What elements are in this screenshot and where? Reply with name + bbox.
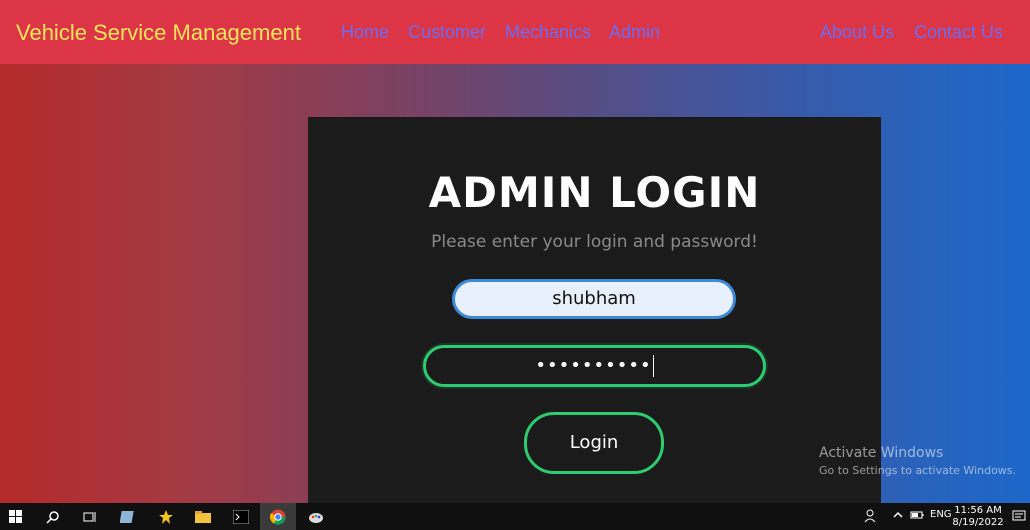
nav-link-home[interactable]: Home xyxy=(341,22,389,43)
search-icon[interactable] xyxy=(43,507,62,526)
navbar: Vehicle Service Management Home Customer… xyxy=(0,0,1030,64)
username-value: shubham xyxy=(552,288,636,309)
windows-start-icon[interactable] xyxy=(6,507,25,526)
text-caret xyxy=(652,355,654,377)
browser-page: Vehicle Service Management Home Customer… xyxy=(0,0,1030,503)
brand-title[interactable]: Vehicle Service Management xyxy=(16,20,301,46)
login-title: ADMIN LOGIN xyxy=(428,168,761,217)
chevron-up-icon[interactable] xyxy=(892,509,904,524)
watermark-line1: Activate Windows xyxy=(819,445,944,461)
password-input[interactable]: •••••••••• xyxy=(423,345,766,387)
taskbar: ENG 11:56 AM 8/19/2022 xyxy=(0,503,1030,530)
battery-icon[interactable] xyxy=(910,509,924,524)
activate-windows-watermark: Activate Windows Go to Settings to activ… xyxy=(819,445,1016,477)
clock-date: 8/19/2022 xyxy=(952,517,1004,528)
notes-app-icon[interactable] xyxy=(118,507,137,526)
nav-link-mechanics[interactable]: Mechanics xyxy=(505,22,591,43)
nav-link-about-us[interactable]: About Us xyxy=(820,22,894,43)
star-app-icon[interactable] xyxy=(156,507,175,526)
clock[interactable]: 11:56 AM 8/19/2022 xyxy=(952,505,1004,529)
file-explorer-icon[interactable] xyxy=(193,507,212,526)
username-input[interactable]: shubham xyxy=(452,279,736,319)
chrome-icon[interactable] xyxy=(260,503,296,530)
nav-link-admin[interactable]: Admin xyxy=(609,22,660,43)
login-button[interactable]: Login xyxy=(524,412,664,474)
watermark-line2: Go to Settings to activate Windows. xyxy=(819,464,1017,477)
language-indicator[interactable]: ENG xyxy=(930,509,952,520)
nav-link-customer[interactable]: Customer xyxy=(408,22,486,43)
notification-icon[interactable] xyxy=(1012,509,1026,526)
people-icon[interactable] xyxy=(864,509,878,526)
task-view-icon[interactable] xyxy=(80,507,99,526)
login-subtitle: Please enter your login and password! xyxy=(431,232,758,252)
password-value: •••••••••• xyxy=(535,355,652,376)
paint-app-icon[interactable] xyxy=(306,507,325,526)
terminal-icon[interactable] xyxy=(231,507,250,526)
nav-link-contact-us[interactable]: Contact Us xyxy=(914,22,1003,43)
clock-time: 11:56 AM xyxy=(954,505,1002,516)
